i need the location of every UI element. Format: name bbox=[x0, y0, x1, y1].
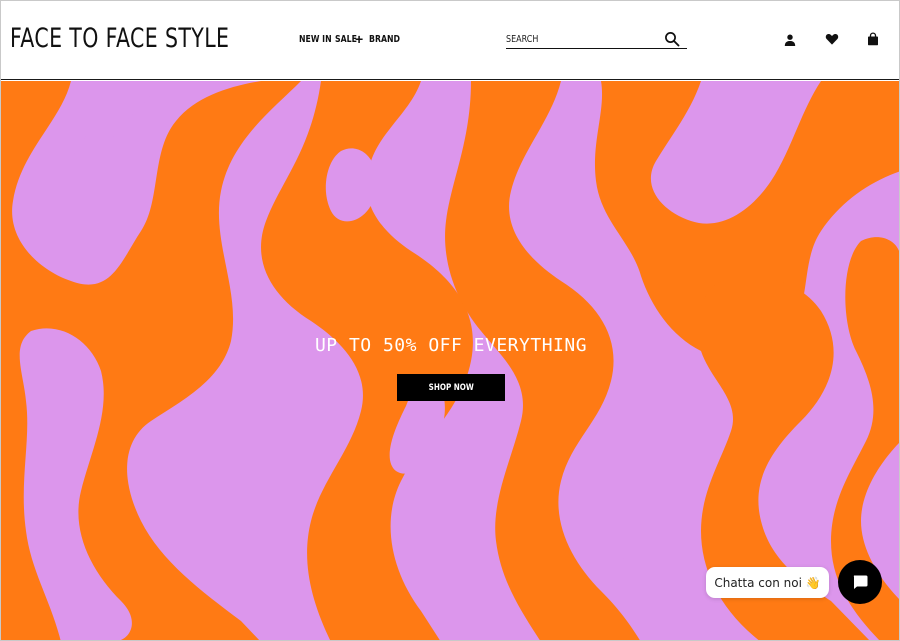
page: FACE TO FACE STYLE NEW IN SALE + BRAND S… bbox=[0, 0, 900, 641]
search-icon[interactable] bbox=[664, 31, 680, 47]
site-header: FACE TO FACE STYLE NEW IN SALE + BRAND bbox=[1, 1, 899, 80]
brand-logo[interactable]: FACE TO FACE STYLE bbox=[10, 23, 229, 54]
plus-icon: + bbox=[355, 31, 364, 47]
nav-sale[interactable]: SALE bbox=[335, 34, 357, 45]
shop-now-label: SHOP NOW bbox=[428, 382, 474, 393]
nav-new-in[interactable]: NEW IN bbox=[299, 34, 332, 45]
chat-icon bbox=[853, 575, 868, 589]
chat-prompt-bubble[interactable]: Chatta con noi 👋 bbox=[706, 567, 829, 598]
user-icon[interactable] bbox=[783, 33, 797, 47]
search-input[interactable] bbox=[506, 32, 626, 46]
hero-headline: UP TO 50% OFF EVERYTHING bbox=[314, 335, 588, 356]
search-bar bbox=[506, 30, 687, 49]
wavy-pattern-background bbox=[1, 81, 899, 640]
heart-icon[interactable] bbox=[825, 32, 839, 46]
shop-now-button[interactable]: SHOP NOW bbox=[397, 374, 505, 401]
chat-launcher-button[interactable] bbox=[838, 560, 882, 604]
nav-brand[interactable]: BRAND bbox=[369, 34, 400, 45]
bag-icon[interactable] bbox=[866, 32, 880, 46]
hero-banner[interactable]: UP TO 50% OFF EVERYTHING SHOP NOW Chatta… bbox=[1, 81, 899, 640]
